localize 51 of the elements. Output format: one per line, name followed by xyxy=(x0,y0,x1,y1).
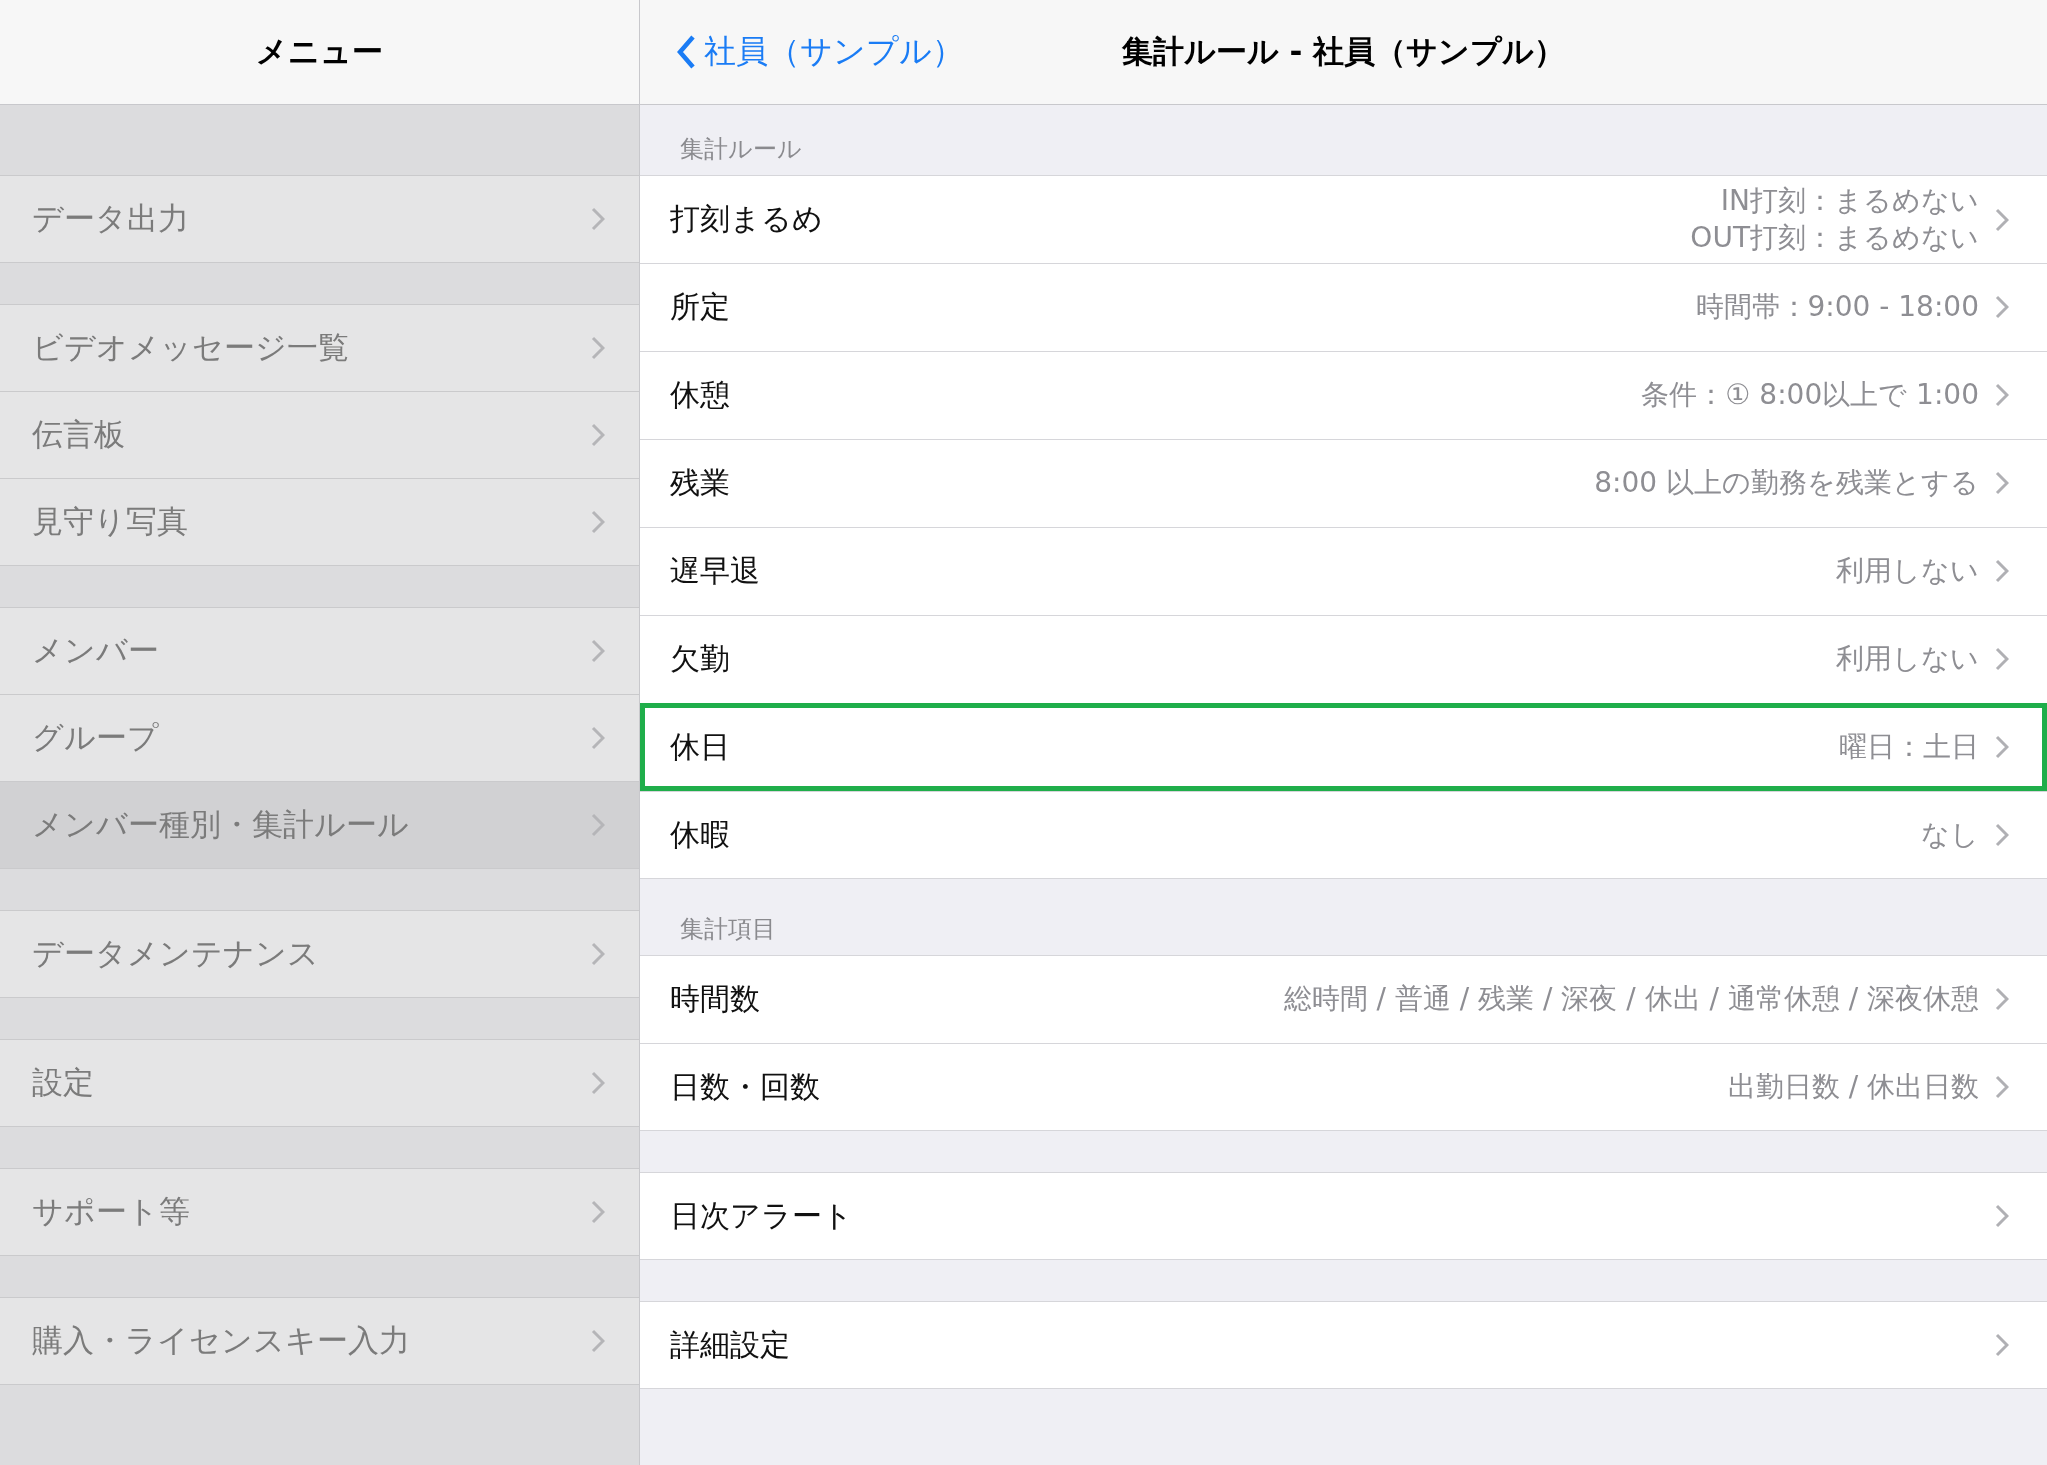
chevron-icon xyxy=(591,510,605,534)
settings-row[interactable]: 日数・回数 出勤日数 / 休出日数 xyxy=(640,1043,2047,1131)
chevron-icon xyxy=(591,639,605,663)
chevron-icon xyxy=(1995,647,2009,672)
chevron-icon xyxy=(591,336,605,360)
settings-row[interactable]: 休憩 条件：① 8:00以上で 1:00 xyxy=(640,351,2047,439)
back-chevron-icon xyxy=(676,34,696,70)
row-value: なし xyxy=(1921,816,1979,853)
row-value: 出勤日数 / 休出日数 xyxy=(1727,1068,1979,1105)
chevron-icon xyxy=(591,813,605,837)
chevron-icon xyxy=(1995,1204,2009,1228)
chevron-icon xyxy=(591,726,605,750)
row-value: 利用しない xyxy=(1836,641,1979,678)
chevron-icon xyxy=(591,942,605,966)
chevron-icon xyxy=(1995,471,2009,496)
row-value: 曜日：土日 xyxy=(1839,729,1979,766)
chevron-icon xyxy=(1995,987,2009,1012)
chevron-icon xyxy=(1995,295,2009,320)
row-value: 条件：① 8:00以上で 1:00 xyxy=(1641,377,1979,414)
section-header: 集計項目 xyxy=(679,914,777,945)
chevron-icon xyxy=(591,207,605,231)
chevron-icon xyxy=(1995,735,2009,760)
settings-row[interactable]: 欠勤 利用しない xyxy=(640,615,2047,703)
settings-row[interactable]: 時間数 総時間 / 普通 / 残業 / 深夜 / 休出 / 通常休憩 / 深夜休憩 xyxy=(640,955,2047,1043)
settings-row[interactable]: 遅早退 利用しない xyxy=(640,527,2047,615)
nav-title: 集計ルール - 社員（サンプル） xyxy=(1121,32,1566,71)
section-header: 集計ルール xyxy=(679,134,803,165)
settings-row[interactable]: 詳細設定 xyxy=(640,1301,2047,1389)
back-button[interactable]: 社員（サンプル） xyxy=(676,30,964,74)
row-value: 総時間 / 普通 / 残業 / 深夜 / 休出 / 通常休憩 / 深夜休憩 xyxy=(1283,981,1979,1018)
settings-row[interactable]: 休日 曜日：土日 xyxy=(640,703,2047,791)
chevron-icon xyxy=(591,1071,605,1095)
chevron-icon xyxy=(591,423,605,447)
chevron-icon xyxy=(1995,559,2009,584)
settings-row[interactable]: 日次アラート xyxy=(640,1172,2047,1260)
row-value: IN打刻：まるめない OUT打刻：まるめない xyxy=(1690,183,1979,256)
chevron-icon xyxy=(1995,1075,2009,1099)
settings-row[interactable]: 休暇 なし xyxy=(640,791,2047,879)
row-value: 利用しない xyxy=(1836,553,1979,590)
chevron-icon xyxy=(1995,207,2009,232)
chevron-icon xyxy=(1995,823,2009,847)
settings-row[interactable]: 残業 8:00 以上の勤務を残業とする xyxy=(640,439,2047,527)
chevron-icon xyxy=(591,1200,605,1224)
row-value: 時間帯：9:00 - 18:00 xyxy=(1695,289,1979,326)
row-value: 8:00 以上の勤務を残業とする xyxy=(1594,465,1979,502)
chevron-icon xyxy=(591,1329,605,1353)
chevron-icon xyxy=(1995,383,2009,408)
settings-row[interactable]: 所定 時間帯：9:00 - 18:00 xyxy=(640,263,2047,351)
settings-row[interactable]: 打刻まるめ IN打刻：まるめない OUT打刻：まるめない xyxy=(640,175,2047,263)
sidebar-title: メニュー xyxy=(256,32,383,71)
chevron-icon xyxy=(1995,1333,2009,1357)
